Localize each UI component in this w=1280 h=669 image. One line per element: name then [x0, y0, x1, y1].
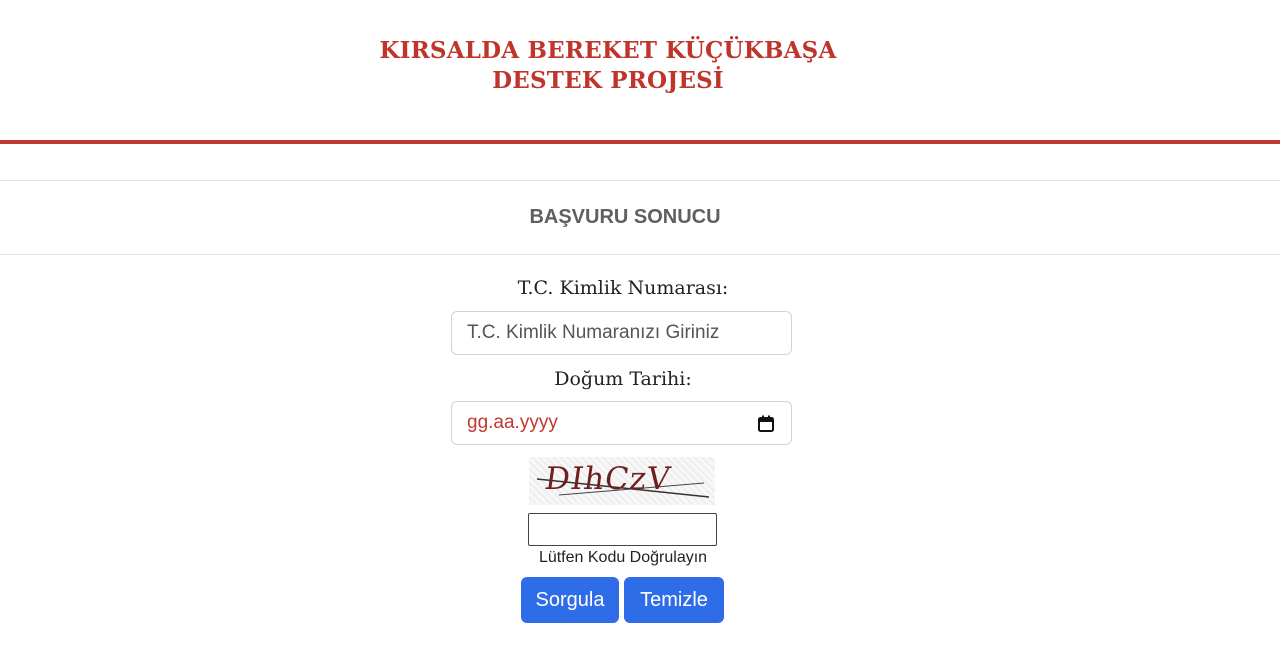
- site-title-line2: DESTEK PROJESİ: [492, 67, 724, 94]
- site-title: KIRSALDA BEREKET KÜÇÜKBAŞA DESTEK PROJES…: [0, 36, 1216, 96]
- captcha-hint: Lütfen Kodu Doğrulayın: [538, 549, 708, 566]
- card-title: BAŞVURU SONUCU: [529, 206, 721, 228]
- result-card: BAŞVURU SONUCU T.C. Kimlik Numarası: Doğ…: [0, 180, 1280, 669]
- captcha-input[interactable]: [528, 513, 717, 546]
- captcha-text: DIhCzV: [542, 461, 674, 497]
- site-header: KIRSALDA BEREKET KÜÇÜKBAŞA DESTEK PROJES…: [0, 0, 1280, 140]
- calendar-icon[interactable]: [758, 415, 774, 432]
- dob-placeholder: gg.aa.yyyy: [467, 412, 558, 433]
- reset-button[interactable]: Temizle: [624, 577, 724, 623]
- spacer-band: [0, 144, 1280, 180]
- card-header: BAŞVURU SONUCU: [0, 181, 1280, 255]
- submit-button[interactable]: Sorgula: [521, 577, 619, 623]
- tc-input[interactable]: [451, 311, 792, 355]
- dob-input[interactable]: gg.aa.yyyy: [451, 401, 792, 445]
- tc-label: T.C. Kimlik Numarası:: [517, 277, 729, 299]
- captcha-image: DIhCzV: [529, 457, 715, 505]
- site-title-line1: KIRSALDA BEREKET KÜÇÜKBAŞA: [379, 37, 837, 64]
- dob-label: Doğum Tarihi:: [554, 368, 692, 390]
